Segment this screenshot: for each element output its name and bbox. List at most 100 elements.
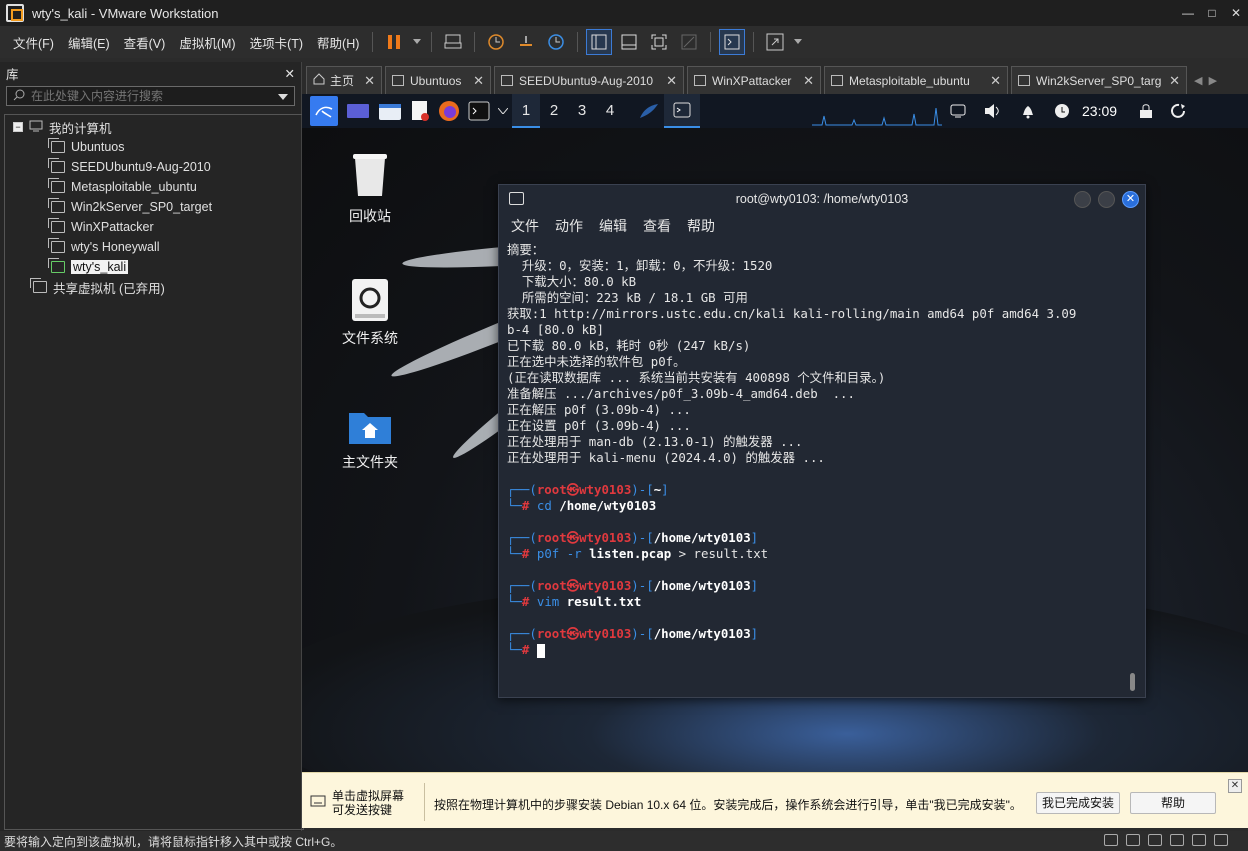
pause-icon[interactable] xyxy=(381,29,407,55)
unity-icon[interactable] xyxy=(676,29,702,55)
tab-metasploitable[interactable]: Metasploitable_ubuntu ✕ xyxy=(824,66,1008,94)
full-screen-icon[interactable] xyxy=(646,29,672,55)
display-icon[interactable] xyxy=(1192,834,1206,846)
close-button[interactable]: ✕ xyxy=(1122,191,1139,208)
show-desktop-icon[interactable] xyxy=(346,96,370,126)
chevron-down-icon[interactable] xyxy=(792,29,804,55)
drive-icon xyxy=(351,278,389,322)
tab-win2kserver[interactable]: Win2kServer_SP0_target ✕ xyxy=(1011,66,1187,94)
minimize-button[interactable]: — xyxy=(1176,6,1200,20)
snapshot-icon[interactable] xyxy=(483,29,509,55)
terminal-task-icon[interactable] xyxy=(664,94,700,128)
close-icon[interactable]: ✕ xyxy=(285,66,295,81)
collapse-icon[interactable]: − xyxy=(13,122,23,132)
terminal-menu-help[interactable]: 帮助 xyxy=(687,216,715,236)
terminal-icon[interactable] xyxy=(468,96,490,126)
library-search[interactable] xyxy=(6,86,295,106)
menu-view[interactable]: 查看(V) xyxy=(117,33,173,52)
help-button[interactable]: 帮助 xyxy=(1130,792,1216,814)
tab-ubuntuos[interactable]: Ubuntuos ✕ xyxy=(385,66,491,94)
lock-icon[interactable] xyxy=(1139,96,1153,126)
close-icon[interactable]: ✕ xyxy=(364,73,375,89)
terminal-window[interactable]: root@wty0103: /home/wty0103 ✕ 文件 动作 编辑 查… xyxy=(498,184,1146,698)
tree-vm-winxpattacker[interactable]: WinXPattacker xyxy=(48,217,154,237)
revert-snapshot-icon[interactable] xyxy=(513,29,539,55)
firefox-icon[interactable] xyxy=(438,96,460,126)
tree-vm-win2kserver[interactable]: Win2kServer_SP0_target xyxy=(48,197,212,217)
network-icon[interactable] xyxy=(1148,834,1162,846)
workspace-2[interactable]: 2 xyxy=(540,94,568,128)
command-line[interactable]: └─# xyxy=(507,642,1127,658)
terminal-menu-file[interactable]: 文件 xyxy=(511,216,539,236)
window-title: wty's_kali - VMware Workstation xyxy=(32,5,219,21)
notification-bell-icon[interactable] xyxy=(1020,96,1036,126)
minimize-button[interactable] xyxy=(1074,191,1091,208)
menu-help[interactable]: 帮助(H) xyxy=(310,33,366,52)
clock[interactable]: 23:09 xyxy=(1082,103,1117,119)
info-hint-line: 单击虚拟屏幕 xyxy=(332,789,405,803)
chevron-down-icon[interactable] xyxy=(411,29,423,55)
kali-dragon-icon[interactable] xyxy=(638,96,660,126)
menu-tabs[interactable]: 选项卡(T) xyxy=(243,33,310,52)
terminal-menu-view[interactable]: 查看 xyxy=(643,216,671,236)
file-manager-icon[interactable] xyxy=(378,96,402,126)
finish-install-button[interactable]: 我已完成安装 xyxy=(1036,792,1120,814)
workspace-3[interactable]: 3 xyxy=(568,94,596,128)
maximize-button[interactable]: □ xyxy=(1200,6,1224,20)
menu-edit[interactable]: 编辑(E) xyxy=(61,33,117,52)
close-icon[interactable]: ✕ xyxy=(990,73,1001,89)
tree-vm-seedubuntu[interactable]: SEEDUbuntu9-Aug-2010 xyxy=(48,157,211,177)
tree-vm-honeywall[interactable]: wty's Honeywall xyxy=(48,237,160,257)
close-button[interactable]: ✕ xyxy=(1224,6,1248,20)
maximize-button[interactable] xyxy=(1098,191,1115,208)
tab-seedubuntu[interactable]: SEEDUbuntu9-Aug-2010 ✕ xyxy=(494,66,684,94)
volume-icon[interactable] xyxy=(984,96,1002,126)
close-icon[interactable]: ✕ xyxy=(473,73,484,89)
terminal-output[interactable]: 摘要： 升级：0，安装：1，卸载：0，不升级：1520 下载大小：80.0 kB… xyxy=(507,242,1127,658)
snapshot-manager-icon[interactable] xyxy=(543,29,569,55)
close-icon[interactable]: ✕ xyxy=(1169,73,1180,89)
power-status-icon[interactable] xyxy=(1054,96,1070,126)
close-icon[interactable]: ✕ xyxy=(803,73,814,89)
menu-vm[interactable]: 虚拟机(M) xyxy=(172,33,242,52)
send-ctrl-alt-del-icon[interactable] xyxy=(440,29,466,55)
tab-scroll-arrows[interactable]: ◀ ▶ xyxy=(1194,66,1217,94)
tree-vm-ubuntuos[interactable]: Ubuntuos xyxy=(48,137,125,157)
terminal-scrollbar[interactable] xyxy=(1130,673,1135,691)
desktop-icon-trash[interactable]: 回收站 xyxy=(320,152,420,226)
terminal-menu-action[interactable]: 动作 xyxy=(555,216,583,236)
tab-winxpattacker[interactable]: WinXPattacker ✕ xyxy=(687,66,821,94)
stretch-view-icon[interactable] xyxy=(762,29,788,55)
tree-shared-vms[interactable]: 共享虚拟机 (已弃用) xyxy=(30,277,165,297)
terminal-titlebar[interactable]: root@wty0103: /home/wty0103 ✕ xyxy=(499,185,1145,213)
tree-root-my-computer[interactable]: − 我的计算机 xyxy=(13,117,112,137)
desktop-icon-home[interactable]: 主文件夹 xyxy=(320,408,420,472)
workspace-1[interactable]: 1 xyxy=(512,94,540,128)
kali-desktop[interactable]: 回收站 文件系统 主文件夹 root@wty0103: /home/wty010… xyxy=(302,128,1248,772)
usb-icon[interactable] xyxy=(1214,834,1228,846)
console-view-icon[interactable] xyxy=(719,29,746,55)
cd-drive-icon[interactable] xyxy=(1126,834,1140,846)
search-input[interactable] xyxy=(31,89,272,103)
sound-icon[interactable] xyxy=(1170,834,1184,846)
tree-vm-metasploitable[interactable]: Metasploitable_ubuntu xyxy=(48,177,197,197)
chevron-down-icon[interactable] xyxy=(278,89,288,103)
text-editor-icon[interactable] xyxy=(410,96,430,126)
hard-disk-icon[interactable] xyxy=(1104,834,1118,846)
show-library-icon[interactable] xyxy=(586,29,613,55)
desktop-icon-filesystem[interactable]: 文件系统 xyxy=(320,278,420,348)
vm-icon xyxy=(501,75,513,86)
chevron-down-icon[interactable] xyxy=(498,96,508,126)
close-icon[interactable]: ✕ xyxy=(666,73,677,89)
terminal-title: root@wty0103: /home/wty0103 xyxy=(735,192,909,206)
tab-home[interactable]: 主页 ✕ xyxy=(306,66,382,94)
workspace-4[interactable]: 4 xyxy=(596,94,624,128)
menu-file[interactable]: 文件(F) xyxy=(6,33,61,52)
display-icon[interactable] xyxy=(950,96,966,126)
terminal-menu-edit[interactable]: 编辑 xyxy=(599,216,627,236)
kali-menu-icon[interactable] xyxy=(310,96,338,126)
thumbnail-bar-icon[interactable] xyxy=(616,29,642,55)
tree-vm-kali[interactable]: wty's_kali xyxy=(48,257,129,277)
logout-icon[interactable] xyxy=(1171,96,1187,126)
close-icon[interactable]: ✕ xyxy=(1228,779,1242,793)
